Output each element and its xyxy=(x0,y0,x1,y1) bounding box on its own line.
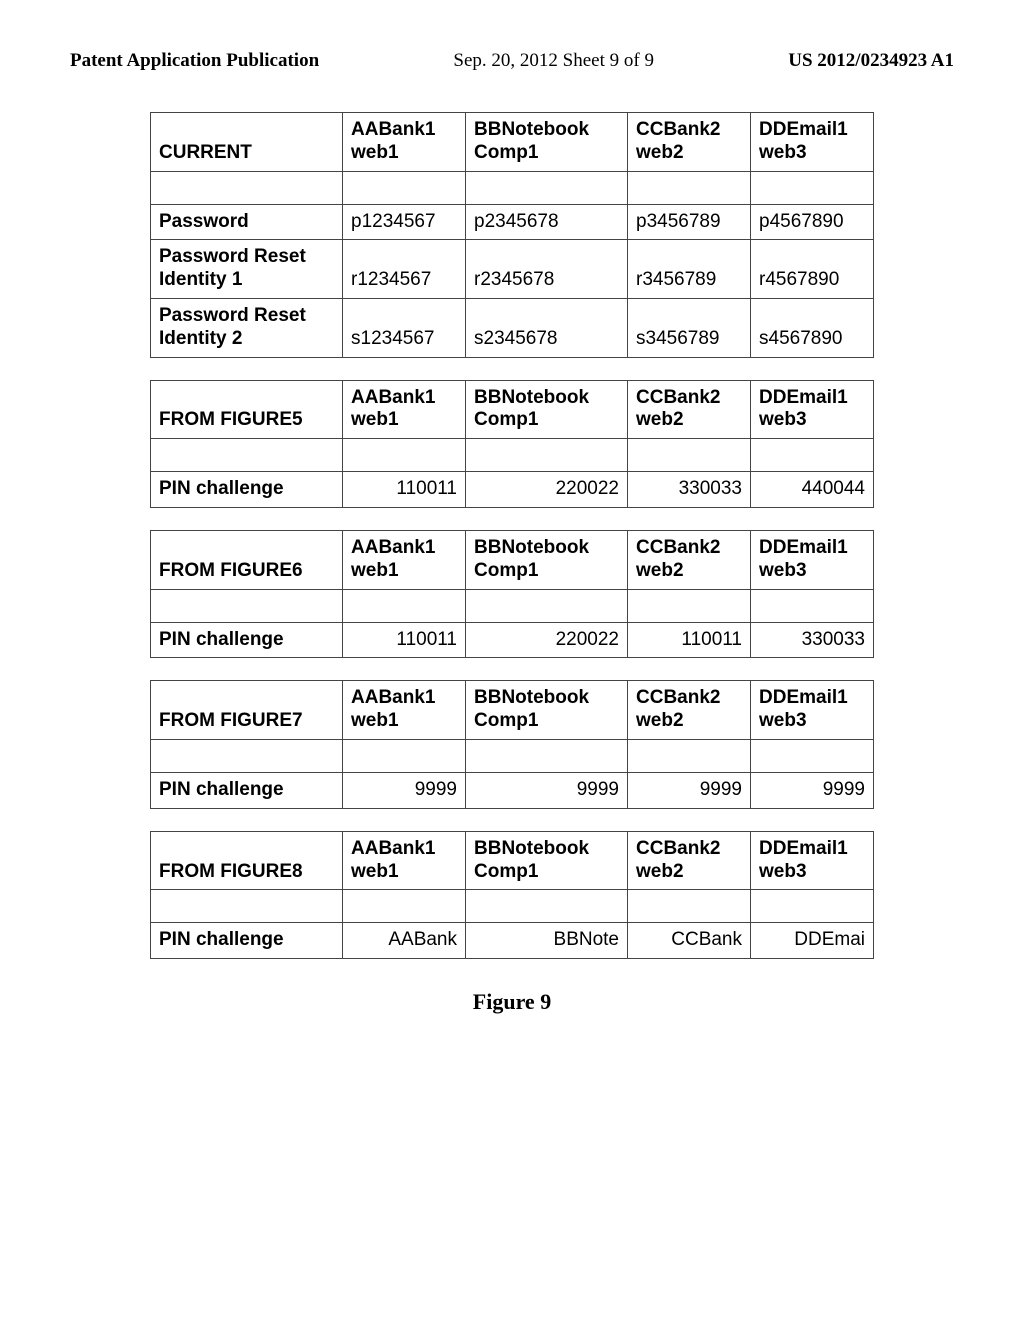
cell: r2345678 xyxy=(466,240,628,299)
col-header: CCBank2web2 xyxy=(628,530,751,589)
cell: p2345678 xyxy=(466,204,628,240)
table-title: FROM FIGURE8 xyxy=(151,831,343,890)
col-header: CCBank2web2 xyxy=(628,113,751,172)
col-header: DDEmail1web3 xyxy=(751,831,874,890)
col-header: AABank1web1 xyxy=(343,380,466,439)
col-header: CCBank2web2 xyxy=(628,380,751,439)
cell: AABank xyxy=(343,923,466,959)
cell: 330033 xyxy=(751,622,874,658)
col-header: DDEmail1web3 xyxy=(751,681,874,740)
content-area: CURRENT AABank1web1 BBNotebookComp1 CCBa… xyxy=(0,72,1024,1015)
cell: 330033 xyxy=(628,472,751,508)
row-label: PIN challenge xyxy=(151,772,343,808)
cell: 220022 xyxy=(466,622,628,658)
table-figure7: FROM FIGURE7 AABank1web1 BBNotebookComp1… xyxy=(150,680,874,808)
header-center: Sep. 20, 2012 Sheet 9 of 9 xyxy=(453,50,654,72)
table-title: FROM FIGURE7 xyxy=(151,681,343,740)
table-row: PIN challenge 110011 220022 330033 44004… xyxy=(151,472,874,508)
cell: r3456789 xyxy=(628,240,751,299)
table-title: CURRENT xyxy=(151,113,343,172)
col-header: AABank1web1 xyxy=(343,681,466,740)
table-row: Password p1234567 p2345678 p3456789 p456… xyxy=(151,204,874,240)
header-right: US 2012/0234923 A1 xyxy=(788,50,954,72)
cell: 110011 xyxy=(628,622,751,658)
col-header: DDEmail1web3 xyxy=(751,380,874,439)
cell: r1234567 xyxy=(343,240,466,299)
cell: s2345678 xyxy=(466,298,628,357)
col-header: CCBank2web2 xyxy=(628,681,751,740)
cell: 220022 xyxy=(466,472,628,508)
table-figure8: FROM FIGURE8 AABank1web1 BBNotebookComp1… xyxy=(150,831,874,959)
col-header: DDEmail1web3 xyxy=(751,530,874,589)
col-header: BBNotebookComp1 xyxy=(466,681,628,740)
cell: p4567890 xyxy=(751,204,874,240)
spacer-row xyxy=(151,890,874,923)
col-header: AABank1web1 xyxy=(343,113,466,172)
cell: r4567890 xyxy=(751,240,874,299)
figure-caption: Figure 9 xyxy=(0,989,1024,1015)
cell: 9999 xyxy=(751,772,874,808)
header-left: Patent Application Publication xyxy=(70,50,319,72)
col-header: BBNotebookComp1 xyxy=(466,831,628,890)
cell: BBNote xyxy=(466,923,628,959)
cell: 9999 xyxy=(343,772,466,808)
spacer-row xyxy=(151,171,874,204)
spacer-row xyxy=(151,739,874,772)
spacer-row xyxy=(151,589,874,622)
row-label: PIN challenge xyxy=(151,472,343,508)
table-figure5: FROM FIGURE5 AABank1web1 BBNotebookComp1… xyxy=(150,380,874,508)
table-title: FROM FIGURE5 xyxy=(151,380,343,439)
cell: 110011 xyxy=(343,472,466,508)
page-header: Patent Application Publication Sep. 20, … xyxy=(0,0,1024,72)
cell: s4567890 xyxy=(751,298,874,357)
table-row: Password ResetIdentity 2 s1234567 s23456… xyxy=(151,298,874,357)
table-row: PIN challenge 110011 220022 110011 33003… xyxy=(151,622,874,658)
spacer-row xyxy=(151,439,874,472)
col-header: CCBank2web2 xyxy=(628,831,751,890)
table-row: PIN challenge 9999 9999 9999 9999 xyxy=(151,772,874,808)
cell: CCBank xyxy=(628,923,751,959)
table-row: PIN challenge AABank BBNote CCBank DDEma… xyxy=(151,923,874,959)
row-label: Password ResetIdentity 2 xyxy=(151,298,343,357)
table-row: Password ResetIdentity 1 r1234567 r23456… xyxy=(151,240,874,299)
cell: s1234567 xyxy=(343,298,466,357)
cell: DDEmai xyxy=(751,923,874,959)
cell: s3456789 xyxy=(628,298,751,357)
cell: 9999 xyxy=(466,772,628,808)
col-header: BBNotebookComp1 xyxy=(466,113,628,172)
cell: p3456789 xyxy=(628,204,751,240)
row-label: PIN challenge xyxy=(151,622,343,658)
col-header: BBNotebookComp1 xyxy=(466,530,628,589)
row-label: Password xyxy=(151,204,343,240)
row-label: Password ResetIdentity 1 xyxy=(151,240,343,299)
cell: 110011 xyxy=(343,622,466,658)
col-header: BBNotebookComp1 xyxy=(466,380,628,439)
cell: p1234567 xyxy=(343,204,466,240)
col-header: AABank1web1 xyxy=(343,831,466,890)
table-current: CURRENT AABank1web1 BBNotebookComp1 CCBa… xyxy=(150,112,874,358)
cell: 9999 xyxy=(628,772,751,808)
cell: 440044 xyxy=(751,472,874,508)
table-figure6: FROM FIGURE6 AABank1web1 BBNotebookComp1… xyxy=(150,530,874,658)
row-label: PIN challenge xyxy=(151,923,343,959)
col-header: DDEmail1web3 xyxy=(751,113,874,172)
table-title: FROM FIGURE6 xyxy=(151,530,343,589)
col-header: AABank1web1 xyxy=(343,530,466,589)
